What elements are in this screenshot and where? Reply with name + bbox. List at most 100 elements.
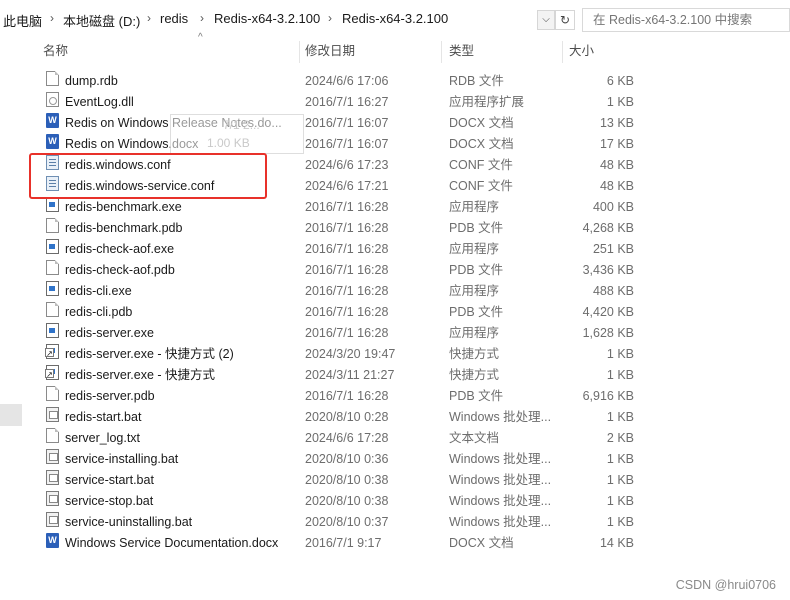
file-size: 48 KB [599,179,634,193]
file-type: PDB 文件 [449,305,504,319]
file-name: redis.windows.conf [65,158,171,172]
crumb-separator-icon[interactable]: › [328,11,332,25]
file-date-modified: 2024/6/6 17:06 [305,74,389,88]
file-date-modified: 2020/8/10 0:38 [305,494,389,508]
file-date-modified: 2024/6/6 17:21 [305,179,389,193]
file-row[interactable]: redis-cli.exe 2016/7/1 16:28 应用程序 488 KB [40,281,640,302]
file-date-modified: 2016/7/1 16:07 [305,137,389,151]
file-icon [46,386,59,401]
file-icon [46,428,59,443]
file-row[interactable]: redis-check-aof.exe 2016/7/1 16:28 应用程序 251… [40,239,640,260]
address-history-dropdown-icon[interactable]: ⌵ [537,10,555,30]
file-name: redis-benchmark.pdb [65,221,183,235]
navigation-pane[interactable] [0,38,24,600]
file-size: 17 KB [599,137,634,151]
file-size: 1 KB [606,473,634,487]
crumb-redis-x64-parent[interactable]: Redis-x64-3.2.100 [214,11,320,26]
file-size: 488 KB [592,284,634,298]
search-box[interactable] [582,8,790,32]
dll-file-icon [46,92,59,107]
file-type: RDB 文件 [449,74,504,88]
file-name: service-installing.bat [65,452,179,466]
file-icon [46,260,59,275]
crumb-drive-d[interactable]: 本地磁盘 (D:) [63,11,140,30]
application-icon [46,281,59,296]
file-date-modified: 2020/8/10 0:37 [305,515,389,529]
file-row[interactable]: redis-benchmark.pdb 2016/7/1 16:28 PDB 文件 4… [40,218,640,239]
file-size: 13 KB [599,116,634,130]
crumb-separator-icon[interactable]: › [200,11,204,25]
file-row[interactable]: service-uninstalling.bat 2020/8/10 0:37 Wi… [40,512,640,533]
column-divider[interactable] [562,41,563,63]
file-size: 1 KB [606,347,634,361]
file-row[interactable]: EventLog.dll 2016/7/1 16:27 应用程序扩展 1 KB [40,92,640,113]
file-size: 1 KB [606,410,634,424]
application-icon [46,239,59,254]
file-type: CONF 文件 [449,179,513,193]
file-row[interactable]: redis-start.bat 2020/8/10 0:28 Windows 批处理… [40,407,640,428]
file-row[interactable]: redis-check-aof.pdb 2016/7/1 16:28 PDB 文件 3… [40,260,640,281]
watermark: CSDN @hrui0706 [675,578,776,592]
file-row[interactable]: redis-benchmark.exe 2016/7/1 16:28 应用程序 400… [40,197,640,218]
file-row[interactable]: redis-server.exe - 快捷方式 (2) 2024/3/20 19:… [40,344,640,365]
file-name: redis-cli.exe [65,284,132,298]
file-date-modified: 2016/7/1 16:28 [305,200,389,214]
file-size: 1 KB [606,368,634,382]
file-name: redis-cli.pdb [65,305,133,319]
file-row[interactable]: redis.windows.conf 2024/6/6 17:23 CONF 文件 4… [40,155,640,176]
file-date-modified: 2024/3/20 19:47 [305,347,396,361]
file-row[interactable]: redis-cli.pdb 2016/7/1 16:28 PDB 文件 4,420 K… [40,302,640,323]
file-date-modified: 2016/7/1 16:28 [305,326,389,340]
file-row[interactable]: service-installing.bat 2020/8/10 0:36 Wind… [40,449,640,470]
file-size: 4,268 KB [582,221,634,235]
column-divider[interactable] [299,41,300,63]
file-name: redis.windows-service.conf [65,179,215,193]
file-row[interactable]: W Windows Service Documentation.docx 2016/… [40,533,640,554]
file-name: redis-benchmark.exe [65,200,182,214]
file-row[interactable]: redis-server.exe 2016/7/1 16:28 应用程序 1,628 … [40,323,640,344]
file-row[interactable]: service-stop.bat 2020/8/10 0:38 Windows 批处… [40,491,640,512]
file-row[interactable]: redis-server.exe - 快捷方式 2024/3/11 21:27 快捷… [40,365,640,386]
file-size: 14 KB [599,536,634,550]
file-type: 应用程序 [449,242,500,256]
navigation-selected-item[interactable] [0,404,22,426]
file-row[interactable]: redis-server.pdb 2016/7/1 16:28 PDB 文件 6,91… [40,386,640,407]
column-divider[interactable] [441,41,442,63]
file-date-modified: 2024/3/11 21:27 [305,368,395,382]
batch-file-icon [46,407,59,422]
file-size: 6 KB [606,74,634,88]
column-name[interactable]: 名称 [43,38,68,64]
file-type: DOCX 文档 [449,536,514,550]
column-size[interactable]: 大小 [569,38,594,64]
file-size: 1 KB [606,515,634,529]
file-name: server_log.txt [65,431,141,445]
crumb-separator-icon[interactable]: › [147,11,151,25]
breadcrumb[interactable]: 此电脑 › 本地磁盘 (D:) › redis › Redis-x64-3.2.… [0,8,575,30]
tooltip-ghost-line1: 7/1 2... [223,118,260,132]
crumb-this-pc[interactable]: 此电脑 [3,11,42,30]
crumb-redis[interactable]: redis [160,11,188,26]
shortcut-icon [45,344,59,359]
file-icon [46,71,59,86]
file-row[interactable]: server_log.txt 2024/6/6 17:28 文本文档 2 KB [40,428,640,449]
column-type[interactable]: 类型 [449,38,474,64]
address-bar: 此电脑 › 本地磁盘 (D:) › redis › Redis-x64-3.2.… [0,0,790,38]
config-file-icon [46,155,59,170]
column-header: ^ 名称 修改日期 类型 大小 [37,32,637,64]
file-name: redis-server.pdb [65,389,155,403]
refresh-icon[interactable]: ↻ [555,10,575,30]
file-row[interactable]: WRedis on Windows Release Notes.do...201… [40,113,640,134]
file-row[interactable]: service-start.bat 2020/8/10 0:38 Windows 批… [40,470,640,491]
file-row[interactable]: dump.rdb 2024/6/6 17:06 RDB 文件 6 KB [40,71,640,92]
search-input[interactable] [591,9,785,31]
file-name: service-start.bat [65,473,154,487]
file-date-modified: 2016/7/1 16:28 [305,389,389,403]
column-date-modified[interactable]: 修改日期 [305,38,355,64]
file-name: redis-check-aof.pdb [65,263,175,277]
file-name: redis-server.exe - 快捷方式 [65,368,216,382]
batch-file-icon [46,491,59,506]
file-row[interactable]: redis.windows-service.conf 2024/6/6 17:21… [40,176,640,197]
crumb-redis-x64-current[interactable]: Redis-x64-3.2.100 [342,11,448,26]
crumb-separator-icon[interactable]: › [50,11,54,25]
file-row[interactable]: W Redis on Windows.docx 2016/7/1 16:07 DOCX… [40,134,640,155]
